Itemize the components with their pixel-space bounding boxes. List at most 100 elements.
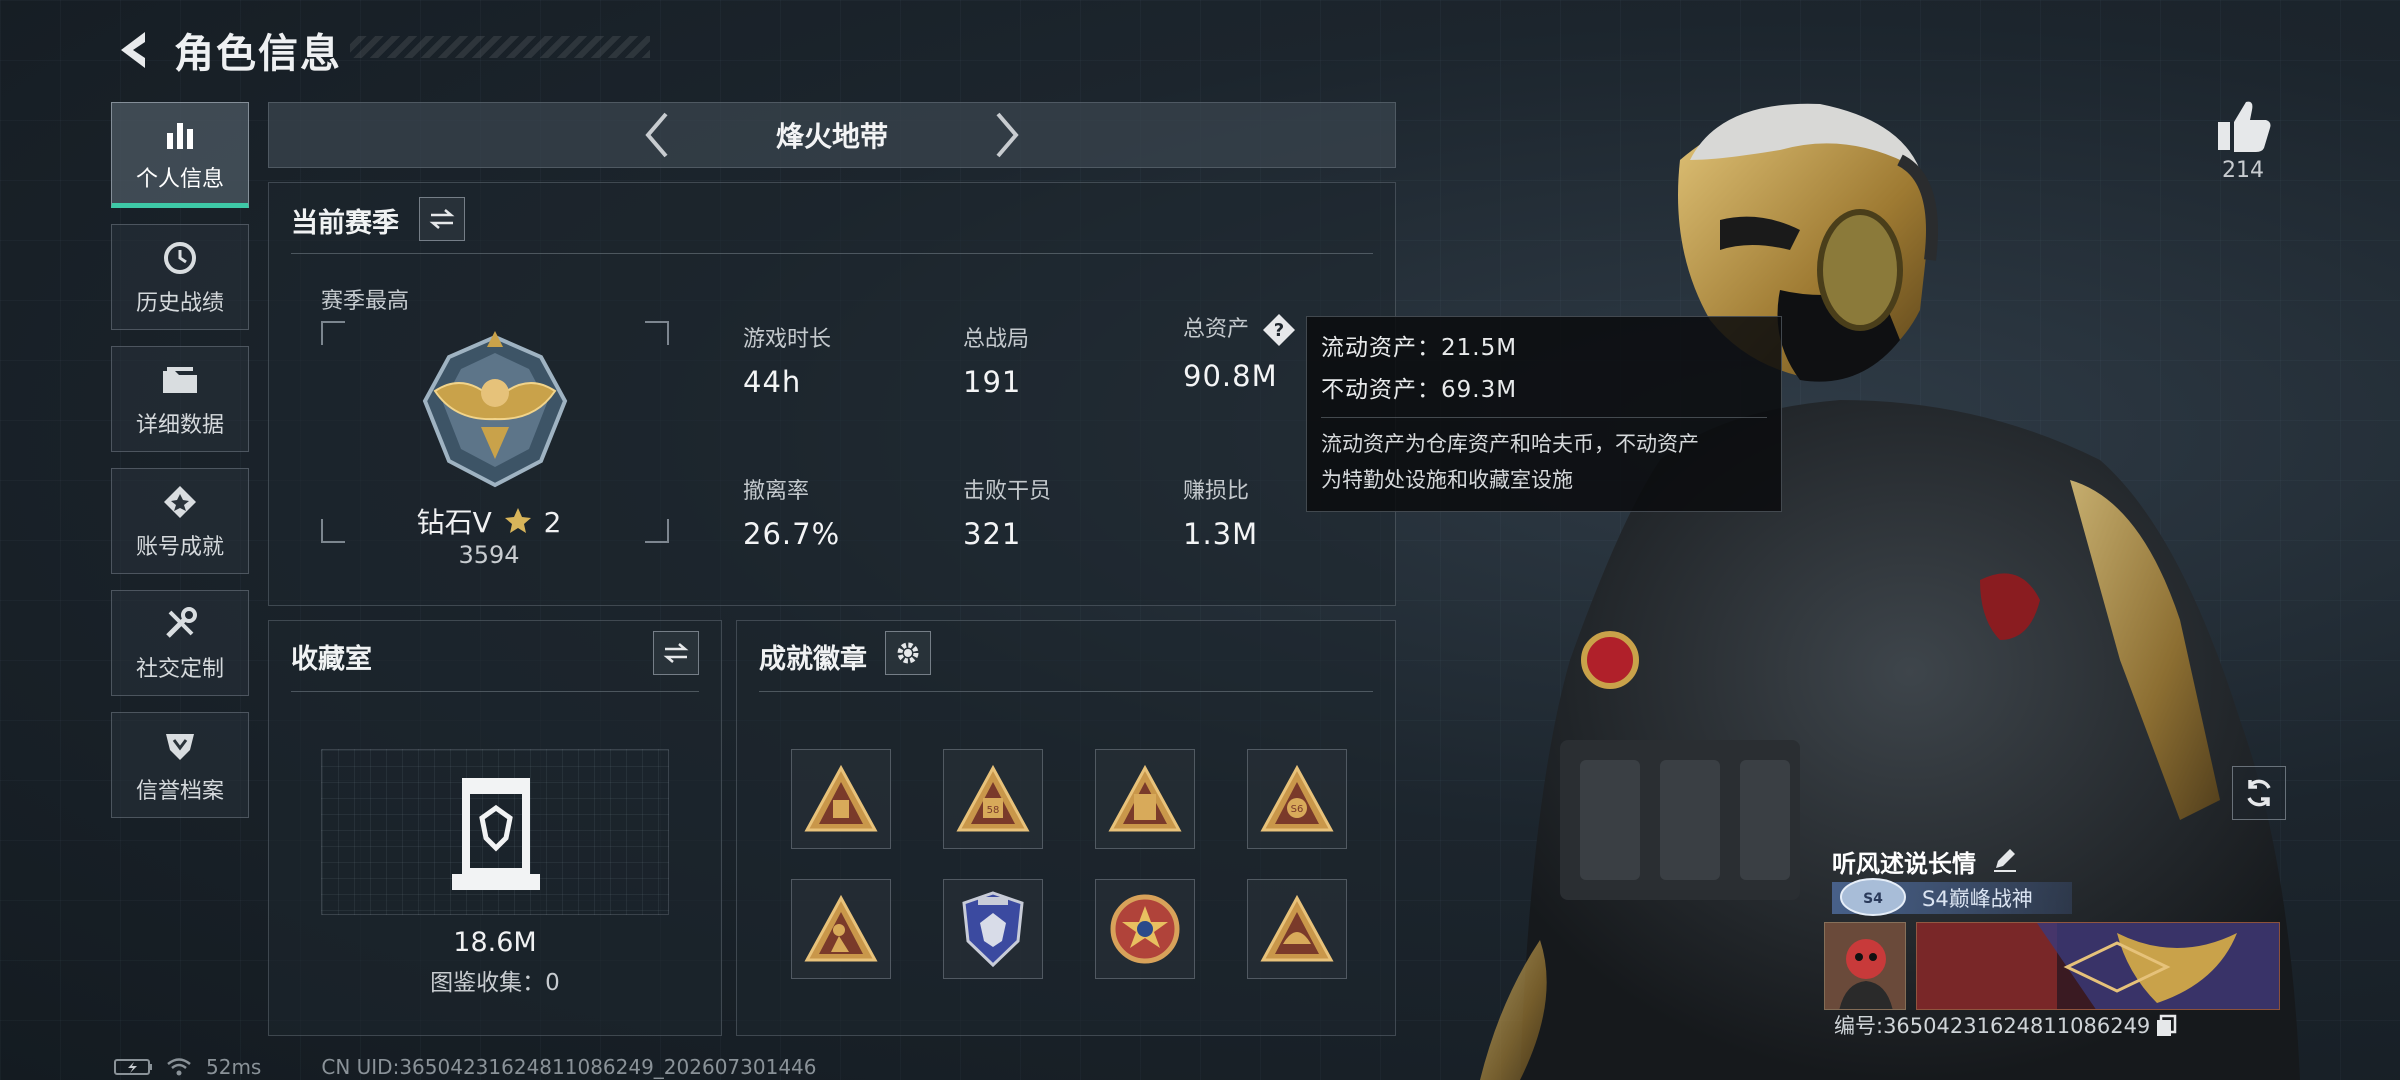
stat-profit-loss: 赚损比 1.3M xyxy=(1183,473,1258,551)
sidebar-item-history[interactable]: 历史战绩 xyxy=(111,224,249,330)
stat-value: 26.7% xyxy=(743,517,841,551)
diamond-rank-emblem-icon xyxy=(422,331,568,488)
avatar[interactable] xyxy=(1824,922,1906,1010)
badge-item[interactable] xyxy=(791,749,891,849)
help-question-icon[interactable]: ? xyxy=(1262,313,1296,347)
badge-shield-icon xyxy=(962,891,1024,968)
rank-name: 钻石V 2 xyxy=(269,501,709,541)
header: 角色信息 xyxy=(110,22,650,78)
badge-item[interactable] xyxy=(943,879,1043,979)
stat-label: 总战局 xyxy=(963,327,1030,352)
gear-icon xyxy=(897,642,919,664)
sidebar-item-social[interactable]: 社交定制 xyxy=(111,590,249,696)
player-title-tag: S4 S4巅峰战神 xyxy=(1832,878,2072,916)
badges-title: 成就徽章 xyxy=(759,644,867,675)
refresh-button[interactable] xyxy=(2232,766,2286,820)
stat-value: 44h xyxy=(743,365,802,399)
tooltip-description-line1: 流动资产为仓库资产和哈夫币，不动资产 xyxy=(1321,432,1699,456)
stat-label: 游戏时长 xyxy=(743,327,832,352)
next-map-button[interactable] xyxy=(982,110,1032,160)
collection-count: 图鉴收集：0 xyxy=(430,970,560,996)
uid-text: CN UID:3650423162481108624​9_20260730144… xyxy=(321,1055,817,1079)
stat-play-time: 游戏时长 44h xyxy=(743,321,831,399)
stat-label: 赚损比 xyxy=(1183,479,1250,504)
tooltip-liquid-assets: 流动资产：21.5M xyxy=(1321,335,1518,361)
wifi-icon xyxy=(167,1058,191,1076)
like-button[interactable] xyxy=(2214,96,2274,156)
edit-pencil-icon[interactable] xyxy=(1990,844,2020,874)
sidebar-item-label: 账号成就 xyxy=(135,535,224,560)
svg-text:?: ? xyxy=(1274,320,1284,341)
tooltip-fixed-assets: 不动资产：69.3M xyxy=(1321,377,1518,403)
folder-icon xyxy=(161,359,199,401)
assets-tooltip: 流动资产：21.5M 不动资产：69.3M 流动资产为仓库资产和哈夫币，不动资产… xyxy=(1306,316,1782,512)
stat-operators-defeated: 击败干员 321 xyxy=(963,473,1051,551)
player-id: 编号:3650423162481108624​9 xyxy=(1834,1010,2178,1040)
collection-preview[interactable] xyxy=(321,749,669,915)
svg-text:S4: S4 xyxy=(1863,891,1883,907)
avatar-image xyxy=(1825,923,1905,1009)
stat-label: 击败干员 xyxy=(963,479,1052,504)
player-name: 听风述说长情 xyxy=(1832,850,1976,878)
stat-extract-rate: 撤离率 26.7% xyxy=(743,473,840,551)
badge-triangle-icon xyxy=(1260,894,1334,962)
stat-label: 总资产 ? xyxy=(1183,311,1296,347)
season-switch-button[interactable] xyxy=(419,197,465,241)
rank-stars: 2 xyxy=(543,506,562,539)
sidebar-item-details[interactable]: 详细数据 xyxy=(111,346,249,452)
badge-item[interactable] xyxy=(1247,879,1347,979)
sidebar-item-reputation[interactable]: 信誉档案 xyxy=(111,712,249,818)
stat-value: 1.3M xyxy=(1183,517,1259,551)
status-bar: 52ms CN UID:3650423162481108624​9_202607… xyxy=(114,1054,817,1080)
star-icon xyxy=(504,508,531,533)
achievement-icon xyxy=(162,481,198,523)
sidebar: 个人信息 历史战绩 详细数据 账号成就 社交定制 信誉档案 xyxy=(111,102,249,834)
copy-icon[interactable] xyxy=(2154,1013,2178,1037)
map-selector: 烽火地带 xyxy=(268,102,1396,168)
swap-icon xyxy=(429,209,455,229)
sidebar-item-personal-info[interactable]: 个人信息 xyxy=(111,102,249,208)
tooltip-description-line2: 为特勤处设施和收藏室设施 xyxy=(1321,468,1573,492)
sidebar-item-label: 历史战绩 xyxy=(135,291,224,316)
ping-value: 52ms xyxy=(206,1055,262,1079)
divider xyxy=(291,253,1373,254)
back-arrow-icon xyxy=(121,32,145,68)
season-best-label: 赛季最高 xyxy=(321,289,410,314)
refresh-icon xyxy=(2247,779,2271,807)
badge-triangle-icon xyxy=(1108,764,1182,832)
reputation-icon xyxy=(162,725,198,767)
player-title: S4巅峰战神 xyxy=(1922,887,2033,911)
badge-item[interactable]: 58 xyxy=(943,749,1043,849)
badge-triangle-icon: 58 xyxy=(956,764,1030,832)
divider xyxy=(759,691,1373,692)
badge-item[interactable] xyxy=(791,879,891,979)
battery-charging-icon xyxy=(114,1059,152,1075)
back-button[interactable] xyxy=(110,27,156,73)
badges-settings-button[interactable] xyxy=(885,631,931,675)
player-card: 听风述说长情 S4 S4巅峰战神 编号:3650423162481108624​… xyxy=(1818,832,2288,1072)
badge-item[interactable] xyxy=(1095,749,1195,849)
collection-title: 收藏室 xyxy=(291,644,372,675)
prev-map-button[interactable] xyxy=(632,110,682,160)
divider xyxy=(1321,417,1767,418)
rank-score: 3594 xyxy=(458,541,520,569)
tools-icon xyxy=(162,603,198,645)
badge-triangle-icon xyxy=(804,894,878,962)
collection-switch-button[interactable] xyxy=(653,631,699,675)
badge-item[interactable] xyxy=(1095,879,1195,979)
player-id-text: 编号:3650423162481108624​9 xyxy=(1834,1014,2151,1038)
like-count: 214 xyxy=(2222,158,2264,183)
collection-panel: 收藏室 18.6M 图鉴收集：0 xyxy=(268,620,722,1036)
rank-title: 钻石V xyxy=(416,506,492,539)
stat-value: 191 xyxy=(963,365,1022,399)
chevron-left-icon xyxy=(645,112,668,158)
svg-text:58: 58 xyxy=(987,805,1000,816)
sidebar-item-achievements[interactable]: 账号成就 xyxy=(111,468,249,574)
badge-item[interactable]: S6 xyxy=(1247,749,1347,849)
profile-banner[interactable] xyxy=(1916,922,2280,1010)
collection-value: 18.6M xyxy=(453,927,537,958)
stat-value: 321 xyxy=(963,517,1022,551)
sidebar-item-label: 个人信息 xyxy=(135,167,224,192)
badge-triangle-icon: S6 xyxy=(1260,764,1334,832)
title-emblem-icon: S4 xyxy=(1840,878,1906,916)
